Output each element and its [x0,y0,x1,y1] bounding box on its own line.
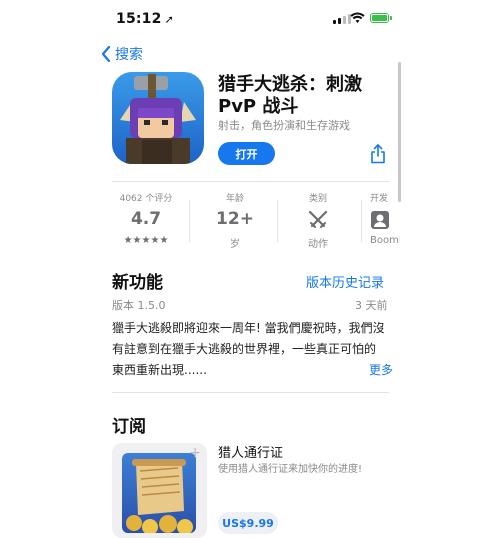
wifi-icon [350,12,365,23]
swords-icon [308,210,328,228]
more-link[interactable]: 更多 [363,361,394,378]
subscription-heading: 订阅 [112,417,146,437]
app-icon [112,72,204,164]
share-icon[interactable] [370,144,386,164]
app-title: 猎手大逃杀：刺激PvP 战斗 [218,74,362,117]
divider [361,200,362,242]
subscription-artwork [122,453,196,533]
back-button[interactable]: 搜索 [101,44,143,64]
battery-tip [390,16,392,20]
divider [189,200,190,242]
stat-label: 开发 [370,194,389,204]
status-bar: 15:12 ➚ [0,0,500,38]
stat-detail: 岁 [230,239,240,250]
stat-value: 4.7 [130,209,162,229]
location-arrow-icon: ➚ [164,13,174,26]
status-time: 15:12 ➚ [116,11,174,27]
stat-age: 年龄 12+ 岁 [199,191,271,250]
version-number: 版本 1.5.0 [112,299,166,312]
app-subtitle: 射击，角色扮演和生存游戏 [218,119,350,132]
cellular-signal-icon [333,13,351,24]
stat-label: 类别 [308,194,327,204]
price-button[interactable]: US$9.99 [218,512,278,534]
star-rating: ★★★★★ [123,235,169,246]
scroll-indicator [398,62,401,202]
subscription-description: 使用猎人通行证来加快你的进度! [218,464,363,475]
stat-ratings: 4062 个评分 4.7 ★★★★★ [110,191,182,246]
stat-value: 12+ [216,209,254,229]
version-history-link[interactable]: 版本历史记录 [306,272,384,291]
chevron-left-icon [101,46,111,62]
divider [277,200,278,242]
stat-icon-wrap [370,209,400,233]
stat-category: 类别 动作 [282,191,354,250]
back-label: 搜索 [115,47,143,63]
divider [112,181,389,182]
plus-icon[interactable]: + [189,445,201,461]
subscription-card[interactable]: + [112,443,207,538]
stat-developer: 开发 BoomB [364,191,400,246]
release-notes: 獵手大逃殺即將迎來一周年! 當我們慶祝時，我們沒有註意到在獵手大逃殺的世界裡，一… [112,321,385,377]
subscription-title: 猎人通行证 [218,446,284,461]
whats-new-heading: 新功能 [112,273,163,293]
stat-detail: 动作 [308,239,328,250]
open-button[interactable]: 打开 [218,142,275,165]
divider [112,392,389,393]
stat-icon-wrap [282,209,354,233]
developer-icon [371,211,389,229]
stat-label: 4062 个评分 [119,194,173,204]
release-date: 3 天前 [355,299,388,312]
stat-label: 年龄 [225,194,244,204]
battery-icon [370,13,389,23]
stat-detail: BoomB [370,235,400,246]
